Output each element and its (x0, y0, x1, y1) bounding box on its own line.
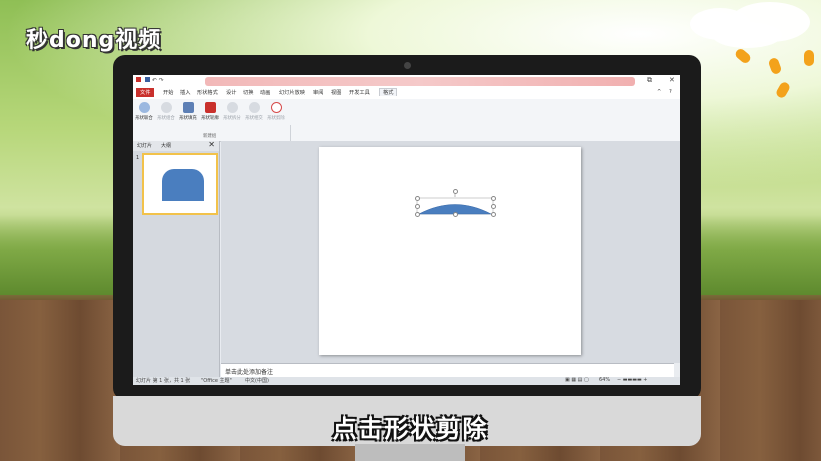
quick-access-toolbar[interactable]: ↶ ↷ (136, 77, 164, 84)
shape-combine-icon (160, 102, 172, 113)
slide-thumbnail[interactable] (142, 153, 218, 215)
arc-shape[interactable] (319, 147, 581, 355)
undo-icon[interactable]: ↶ (152, 77, 157, 84)
resize-handle[interactable] (453, 212, 458, 217)
slide-editor (221, 141, 680, 363)
notes-pane[interactable]: 单击此处添加备注 (221, 363, 680, 378)
redo-icon[interactable]: ↷ (159, 77, 164, 84)
notes-placeholder: 单击此处添加备注 (225, 369, 274, 376)
rotate-handle[interactable] (453, 189, 458, 194)
powerpoint-icon[interactable] (136, 77, 141, 82)
camera-dot (404, 62, 411, 69)
status-bar: 幻灯片 第 1 张，共 1 张 "Office 主题" 中文(中国) ▣ ▦ ▤… (133, 377, 680, 385)
slide-number: 1 (136, 155, 140, 161)
tab-slides[interactable]: 幻灯片 (137, 142, 152, 149)
shape-fragment-icon (226, 102, 238, 113)
restore-button[interactable]: ⧉ (647, 76, 652, 85)
monitor-stand (355, 444, 465, 461)
resize-handle[interactable] (491, 204, 496, 209)
tab-outline[interactable]: 大纲 (161, 142, 171, 149)
pen-icon (204, 102, 216, 113)
help-icon[interactable]: ? (669, 89, 672, 95)
cloud (712, 22, 782, 48)
close-icon[interactable]: ✕ (208, 140, 215, 149)
slide-canvas[interactable] (319, 147, 581, 355)
tab-file[interactable]: 文件 (136, 88, 155, 97)
pane-tabs: 幻灯片 大纲 ✕ (133, 140, 219, 151)
tab-animations[interactable]: 动画 (260, 89, 270, 96)
shape-combine-button[interactable]: 形状组合 (156, 102, 176, 121)
watermark-logo: 秒dong视频 (26, 28, 162, 53)
resize-handle[interactable] (415, 212, 420, 217)
shape-intersect-icon (248, 102, 260, 113)
ribbon-group-label: 新建组 (203, 134, 217, 139)
close-button[interactable]: ✕ (669, 76, 675, 84)
resize-handle[interactable] (415, 196, 420, 201)
save-icon[interactable] (144, 77, 150, 82)
tab-review[interactable]: 审阅 (313, 89, 323, 96)
shape-union-icon (138, 102, 150, 113)
shape-outline-button[interactable]: 形状轮廓 (200, 102, 220, 121)
shape-fragment-button[interactable]: 形状拆分 (222, 102, 242, 121)
sun-ray (804, 50, 814, 66)
tab-shape-format[interactable]: 形状格式 (197, 89, 218, 96)
slides-pane: 幻灯片 大纲 ✕ 1 (133, 140, 220, 377)
zoom-level[interactable]: 64% (599, 377, 610, 383)
scrollbar[interactable] (674, 363, 680, 377)
shape-fill-button[interactable]: 形状填充 (178, 102, 198, 121)
shape-intersect-button[interactable]: 形状相交 (244, 102, 264, 121)
window-title-blurred (205, 77, 635, 86)
shape-subtract-button[interactable]: 形状剪除 (266, 102, 286, 121)
paint-bucket-icon (182, 102, 194, 113)
powerpoint-window: ↶ ↷ ⧉ ✕ 文件 开始 插入 形状格式 设计 切换 动画 幻灯片放映 审阅 … (133, 75, 680, 385)
language: 中文(中国) (245, 378, 269, 384)
theme-name: "Office 主题" (201, 378, 232, 384)
ribbon-collapse-icon[interactable]: ^ (657, 89, 661, 95)
tab-home[interactable]: 开始 (163, 89, 173, 96)
resize-handle[interactable] (415, 204, 420, 209)
tab-design[interactable]: 设计 (226, 89, 236, 96)
tab-view[interactable]: 视图 (331, 89, 341, 96)
resize-handle[interactable] (491, 212, 496, 217)
tab-transitions[interactable]: 切换 (243, 89, 253, 96)
resize-handle[interactable] (491, 196, 496, 201)
title-bar: ↶ ↷ ⧉ ✕ (133, 75, 680, 88)
subtitle-caption: 点击形状剪除 (332, 415, 489, 443)
view-buttons[interactable]: ▣ ▦ ▤ ▢ (565, 377, 589, 383)
slide-count: 幻灯片 第 1 张，共 1 张 (136, 378, 191, 384)
tab-format[interactable]: 格式 (379, 88, 398, 96)
tab-insert[interactable]: 插入 (180, 89, 190, 96)
zoom-slider[interactable]: − ▬▬▬▬ + (617, 377, 647, 383)
shape-subtract-icon (270, 102, 282, 113)
tab-developer[interactable]: 开发工具 (349, 89, 370, 96)
thumbnail-shape (162, 169, 204, 201)
tab-slideshow[interactable]: 幻灯片放映 (279, 89, 305, 96)
shape-union-button[interactable]: 形状联合 (134, 102, 154, 121)
ribbon: 形状联合 形状组合 形状填充 形状轮廓 形状拆分 形状相交 形状剪除 新建组 (133, 99, 680, 161)
